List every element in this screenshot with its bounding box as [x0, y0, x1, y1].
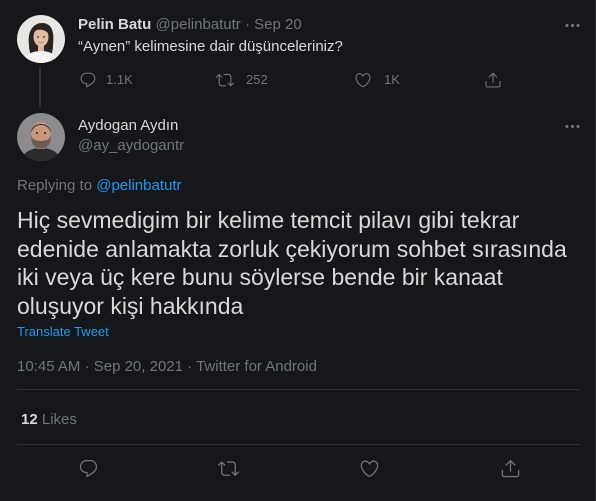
thread-connector-line: [39, 67, 41, 107]
retweet-count: 252: [246, 72, 268, 87]
avatar-image-pelin: [17, 15, 65, 63]
author-name[interactable]: Aydogan Aydın: [78, 116, 178, 136]
meta-separator: ·: [84, 358, 90, 375]
tweet-source[interactable]: Twitter for Android: [196, 358, 317, 375]
parent-tweet-header: Pelin Batu @pelinbatutr · Sep 20: [78, 15, 302, 35]
tweet-thread-view: Pelin Batu @pelinbatutr · Sep 20 “Aynen”…: [0, 0, 596, 501]
tweet-text-line: iki veya üç kere bunu söylerse bende bir…: [17, 264, 503, 291]
tweet-text: Hiç sevmedigim bir kelime temcit pilavı …: [17, 206, 567, 320]
meta-separator: ·: [187, 358, 193, 375]
replying-to-label: Replying to: [17, 177, 93, 194]
author-handle[interactable]: @pelinbatutr: [156, 16, 241, 33]
avatar[interactable]: [17, 113, 65, 161]
retweet-icon[interactable]: [218, 458, 239, 479]
likes-count: 12: [21, 411, 38, 428]
likes-summary-link[interactable]: 12 Likes: [21, 410, 77, 430]
share-icon[interactable]: [484, 71, 502, 89]
avatar[interactable]: [17, 15, 65, 63]
replying-to-line: Replying to @pelinbatutr: [17, 176, 182, 196]
author-name[interactable]: Pelin Batu: [78, 16, 151, 33]
reply-icon[interactable]: [79, 71, 97, 89]
retweet-icon[interactable]: [216, 71, 234, 89]
tweet-text-line: Hiç sevmedigim bir kelime temcit pilavı …: [17, 207, 520, 233]
header-separator: ·: [244, 16, 250, 33]
author-handle[interactable]: @ay_aydogantr: [78, 136, 184, 156]
tweet-date[interactable]: Sep 20: [254, 16, 302, 33]
likes-label: Likes: [41, 411, 77, 428]
divider: [17, 444, 580, 445]
more-horizontal-icon[interactable]: [563, 16, 582, 35]
divider: [17, 389, 580, 390]
translate-tweet-link[interactable]: Translate Tweet: [17, 324, 109, 340]
reply-icon[interactable]: [78, 458, 99, 479]
tweet-text-line: edenide anlamakta zorluk çekiyorum sohbe…: [17, 235, 567, 262]
tweet-full-date[interactable]: Sep 20, 2021: [94, 358, 183, 375]
heart-icon[interactable]: [359, 458, 380, 479]
tweet-time[interactable]: 10:45 AM: [17, 358, 80, 375]
heart-icon[interactable]: [354, 71, 372, 89]
avatar-image-aydogan: [17, 113, 65, 161]
reply-count: 1.1K: [106, 72, 133, 87]
parent-tweet-text: “Aynen” kelimesine dair düşünceleriniz?: [78, 38, 343, 55]
tweet-metadata: 10:45 AM · Sep 20, 2021 · Twitter for An…: [17, 357, 317, 377]
like-count: 1K: [384, 72, 400, 87]
replying-to-handle-link[interactable]: @pelinbatutr: [96, 177, 181, 194]
more-horizontal-icon[interactable]: [563, 117, 582, 136]
share-icon[interactable]: [500, 458, 521, 479]
tweet-text-line: oluşuyor kişi hakkında: [17, 292, 244, 319]
